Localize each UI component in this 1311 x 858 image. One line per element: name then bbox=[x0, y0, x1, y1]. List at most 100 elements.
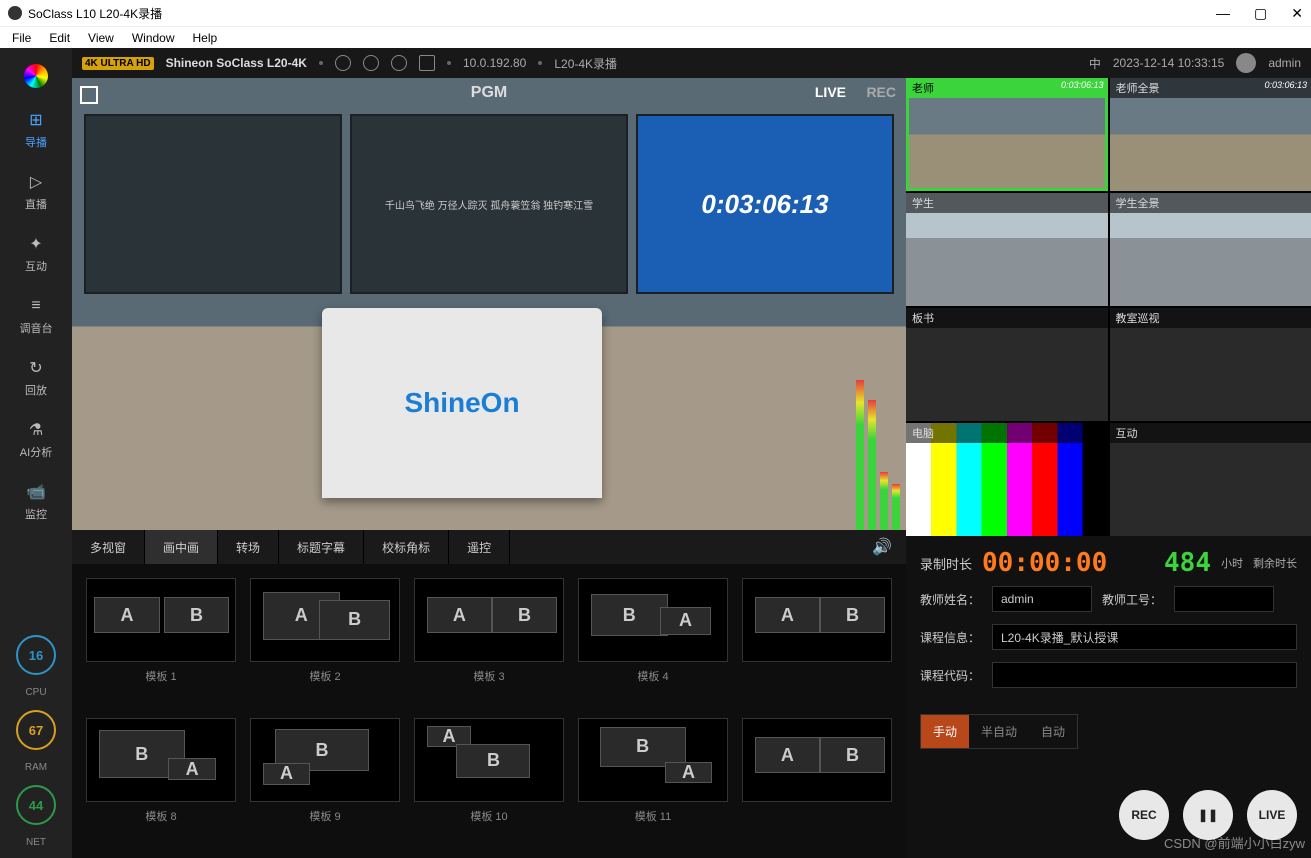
menu-help[interactable]: Help bbox=[193, 31, 218, 45]
template-item[interactable]: AB模板 1 bbox=[86, 578, 236, 704]
badge-4k: 4K ULTRA HD bbox=[82, 57, 154, 70]
bottom-tabs: 多视窗 画中画 转场 标题字幕 校标角标 遥控 🔊 bbox=[72, 530, 906, 564]
template-item[interactable]: BA模板 4 bbox=[578, 578, 728, 704]
preview-cell[interactable]: 电脑 bbox=[906, 423, 1108, 536]
sliders-icon: ≡ bbox=[24, 294, 48, 318]
user-label[interactable]: admin bbox=[1268, 56, 1301, 70]
fullscreen-icon[interactable] bbox=[80, 86, 98, 104]
gauge-net: 44 bbox=[16, 785, 56, 825]
menu-bar: File Edit View Window Help bbox=[0, 26, 1311, 48]
course-form: 教师姓名： 教师工号： 课程信息： 课程代码： 手动 bbox=[906, 586, 1311, 749]
mode-semi[interactable]: 半自动 bbox=[969, 715, 1029, 748]
tab-pip[interactable]: 画中画 bbox=[145, 530, 218, 564]
teacher-label: 教师姓名： bbox=[920, 591, 982, 608]
blackboard-center: 千山鸟飞绝 万径人踪灭 孤舟蓑笠翁 独钓寒江雪 bbox=[350, 114, 628, 294]
mode-switch: 手动 半自动 自动 bbox=[920, 714, 1078, 749]
tv-timer: 0:03:06:13 bbox=[701, 189, 828, 220]
nav-mixer[interactable]: ≡调音台 bbox=[8, 288, 64, 342]
live-label[interactable]: LIVE bbox=[815, 84, 846, 100]
rec-dur-label: 录制时长 bbox=[920, 554, 972, 573]
menu-edit[interactable]: Edit bbox=[49, 31, 70, 45]
template-item[interactable]: AB模板 3 bbox=[414, 578, 564, 704]
audio-meters bbox=[856, 370, 900, 530]
rec-rem-label: 剩余时长 bbox=[1253, 555, 1297, 571]
template-item[interactable]: BA模板 8 bbox=[86, 718, 236, 844]
nav-ai[interactable]: ⚗AI分析 bbox=[8, 412, 64, 466]
template-item[interactable]: BA模板 9 bbox=[250, 718, 400, 844]
nav-live[interactable]: ▷直播 bbox=[8, 164, 64, 218]
template-item[interactable]: AB模板 10 bbox=[414, 718, 564, 844]
nav-replay[interactable]: ↻回放 bbox=[8, 350, 64, 404]
minimize-icon[interactable]: — bbox=[1216, 5, 1230, 22]
tab-transition[interactable]: 转场 bbox=[218, 530, 279, 564]
teacher-id-input[interactable] bbox=[1174, 586, 1274, 612]
ip-label: 10.0.192.80 bbox=[463, 56, 526, 70]
template-item[interactable]: AB bbox=[742, 718, 892, 844]
app-icon bbox=[8, 6, 22, 20]
gauge-ram: 67 bbox=[16, 710, 56, 750]
export-icon[interactable] bbox=[419, 55, 435, 71]
rec-remaining: 484 bbox=[1164, 548, 1211, 578]
globe-icon: ✦ bbox=[24, 232, 48, 256]
preview-cell[interactable]: 老师全景0:03:06:13 bbox=[1110, 78, 1311, 191]
preview-cell[interactable]: 互动 bbox=[1110, 423, 1311, 536]
maximize-icon[interactable]: ▢ bbox=[1254, 5, 1267, 22]
nav-interact[interactable]: ✦互动 bbox=[8, 226, 64, 280]
close-icon[interactable]: ✕ bbox=[1291, 5, 1303, 22]
mode-auto[interactable]: 自动 bbox=[1029, 715, 1077, 748]
grid-icon: ⊞ bbox=[24, 108, 48, 132]
rec-button[interactable]: REC bbox=[1119, 790, 1169, 840]
podium: ShineOn bbox=[322, 308, 602, 498]
preview-cell[interactable]: 学生全景 bbox=[1110, 193, 1311, 306]
menu-view[interactable]: View bbox=[88, 31, 114, 45]
preview-cell[interactable]: 学生 bbox=[906, 193, 1108, 306]
pgm-view[interactable]: PGM LIVE REC 千山鸟飞绝 万径人踪灭 孤舟蓑笠翁 独钓寒江雪 0:0… bbox=[72, 78, 906, 530]
menu-window[interactable]: Window bbox=[132, 31, 175, 45]
tab-subtitle[interactable]: 标题字幕 bbox=[279, 530, 364, 564]
ime-label[interactable]: 中 bbox=[1089, 55, 1101, 72]
ai-icon: ⚗ bbox=[24, 418, 48, 442]
avatar-icon[interactable] bbox=[1236, 53, 1256, 73]
replay-icon: ↻ bbox=[24, 356, 48, 380]
course-input[interactable] bbox=[992, 624, 1297, 650]
teacher-input[interactable] bbox=[992, 586, 1092, 612]
rec-duration: 00:00:00 bbox=[982, 548, 1107, 578]
rec-label[interactable]: REC bbox=[866, 84, 896, 100]
globe-icon[interactable] bbox=[391, 55, 407, 71]
nav-logo[interactable] bbox=[8, 58, 64, 94]
template-item[interactable]: AB bbox=[742, 578, 892, 704]
tab-multiview[interactable]: 多视窗 bbox=[72, 530, 145, 564]
tab-corner[interactable]: 校标角标 bbox=[364, 530, 449, 564]
gauge-cpu: 16 bbox=[16, 635, 56, 675]
side-nav: ⊞导播 ▷直播 ✦互动 ≡调音台 ↻回放 ⚗AI分析 📹监控 16 CPU 67… bbox=[0, 48, 72, 858]
datetime-label: 2023-12-14 10:33:15 bbox=[1113, 56, 1224, 70]
menu-file[interactable]: File bbox=[12, 31, 31, 45]
preview-cell[interactable]: 板书 bbox=[906, 308, 1108, 421]
blackboard-left bbox=[84, 114, 342, 294]
teacher-id-label: 教师工号： bbox=[1102, 591, 1164, 608]
mode-label: L20-4K录播 bbox=[554, 55, 617, 72]
sound-icon[interactable]: 🔊 bbox=[858, 537, 906, 557]
preview-cell[interactable]: 老师0:03:06:13 bbox=[906, 78, 1108, 191]
code-input[interactable] bbox=[992, 662, 1297, 688]
record-panel: 录制时长 00:00:00 484 小时 剩余时长 bbox=[906, 536, 1311, 586]
play-icon: ▷ bbox=[24, 170, 48, 194]
template-grid: AB模板 1AB模板 2AB模板 3BA模板 4ABBA模板 8BA模板 9AB… bbox=[72, 564, 906, 858]
rec-rem-unit: 小时 bbox=[1221, 555, 1243, 571]
record-icon[interactable] bbox=[335, 55, 351, 71]
template-item[interactable]: AB模板 2 bbox=[250, 578, 400, 704]
nav-director[interactable]: ⊞导播 bbox=[8, 102, 64, 156]
mode-manual[interactable]: 手动 bbox=[921, 715, 969, 748]
tv-screen: 0:03:06:13 bbox=[636, 114, 894, 294]
nav-monitor[interactable]: 📹监控 bbox=[8, 474, 64, 528]
pgm-label: PGM bbox=[471, 84, 507, 102]
window-titlebar: SoClass L10 L20-4K录播 — ▢ ✕ bbox=[0, 0, 1311, 26]
play-circle-icon[interactable] bbox=[363, 55, 379, 71]
window-title: SoClass L10 L20-4K录播 bbox=[28, 5, 162, 22]
tab-remote[interactable]: 遥控 bbox=[449, 530, 510, 564]
top-bar: 4K ULTRA HD Shineon SoClass L20-4K 10.0.… bbox=[72, 48, 1311, 78]
template-item[interactable]: BA模板 11 bbox=[578, 718, 728, 844]
course-label: 课程信息： bbox=[920, 629, 982, 646]
preview-grid: 老师0:03:06:13老师全景0:03:06:13学生学生全景板书教室巡视电脑… bbox=[906, 78, 1311, 536]
preview-cell[interactable]: 教室巡视 bbox=[1110, 308, 1311, 421]
